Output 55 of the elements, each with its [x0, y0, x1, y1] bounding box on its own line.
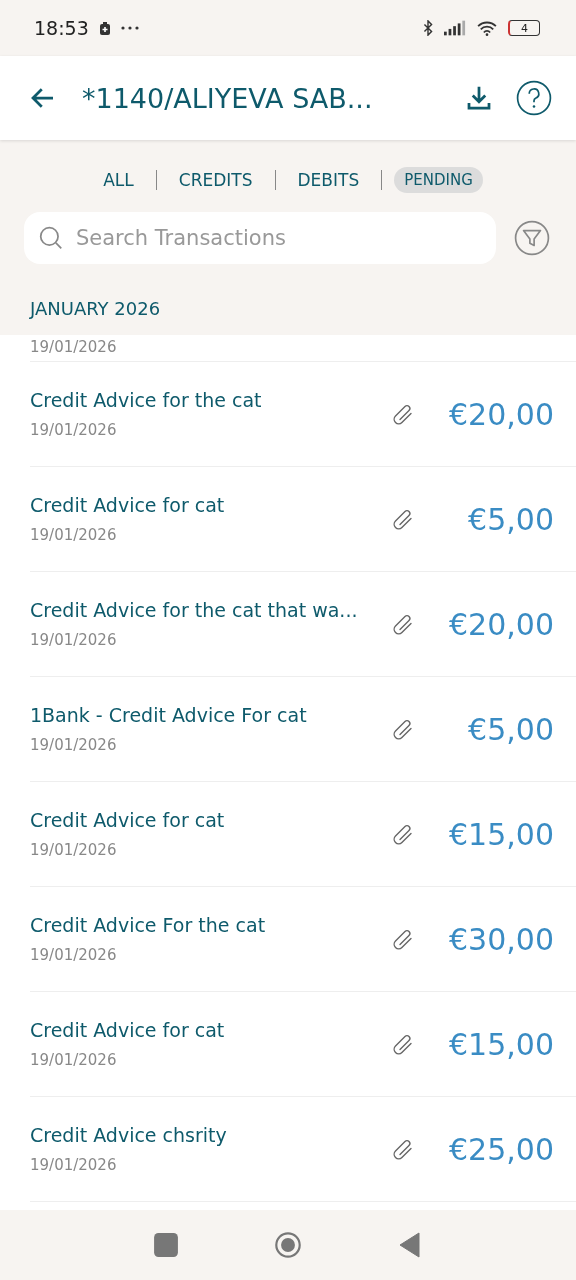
search-field[interactable]: Search Transactions [24, 212, 496, 264]
transaction-title: Credit Advice For the cat [30, 914, 267, 936]
transaction-row[interactable]: Credit Advice chsrity 19/01/2026 €25,00 [30, 1097, 576, 1202]
wifi-icon [476, 20, 498, 36]
transaction-amount: €20,00 [448, 396, 554, 432]
filter-tab[interactable]: PENDING [394, 167, 483, 193]
transaction-title: Credit Advice for the cat that wa... [30, 599, 359, 621]
transaction-row[interactable]: Credit Advice For the cat 19/01/2026 €30,00 [30, 887, 576, 992]
transaction-title: Credit Advice for cat [30, 1019, 226, 1041]
transaction-date: 19/01/2026 [30, 1156, 118, 1174]
section-heading: JANUARY 2026 [28, 297, 162, 321]
transaction-amount: €20,00 [448, 606, 554, 642]
transaction-date: 19/01/2026 [30, 526, 118, 544]
transaction-title: 1Bank - Credit Advice For cat [30, 704, 308, 726]
filter-tab[interactable]: CREDITS [168, 166, 263, 194]
transaction-date: 19/01/2026 [30, 421, 118, 439]
transaction-date: 19/01/2026 [30, 1051, 118, 1069]
transaction-row[interactable]: Credit Advice for cat 19/01/2026 €15,00 [30, 782, 576, 887]
more-icon [120, 26, 139, 30]
transaction-amount: €5,00 [467, 501, 554, 537]
transaction-row[interactable]: Credit Advice for cat 19/01/2026 €5,00 [30, 467, 576, 572]
transaction-date: 19/01/2026 [30, 736, 118, 754]
transaction-date: 19/01/2026 [30, 337, 117, 357]
transaction-title: Credit Advice for cat [30, 494, 226, 516]
transaction-amount: €30,00 [448, 921, 554, 957]
filter-tab[interactable]: DEBITS [287, 166, 370, 194]
home-button[interactable] [275, 1232, 301, 1258]
filter-tab[interactable]: ALL [93, 166, 144, 194]
transaction-row[interactable]: Credit Advice for the cat that wa... 19/01/2026 €20,00 [30, 572, 576, 677]
transaction-amount: €15,00 [448, 816, 554, 852]
circle-icon [275, 1232, 301, 1258]
back-nav-button[interactable] [397, 1232, 423, 1258]
transaction-row[interactable]: 1Bank - Credit Advice For cat 19/01/2026 €5,00 [30, 677, 576, 782]
help-icon [516, 80, 552, 116]
recents-button[interactable] [153, 1232, 179, 1258]
transaction-date: 19/01/2026 [30, 946, 118, 964]
transaction-row[interactable]: Credit Advice for cat 19/01/2026 €15,00 [30, 992, 576, 1097]
bluetooth-icon [422, 20, 434, 36]
signal-icon [444, 20, 466, 36]
filter-icon [514, 220, 550, 256]
square-icon [153, 1232, 179, 1258]
page-title: *1140/ALIYEVA SAB... [82, 82, 374, 114]
transaction-date: 19/01/2026 [30, 841, 118, 859]
transaction-amount: €15,00 [448, 1026, 554, 1062]
clock-time: 18:53 [34, 17, 89, 39]
transaction-amount: €5,00 [467, 711, 554, 747]
transaction-date: 19/01/2026 [30, 631, 118, 649]
transaction-amount: €25,00 [448, 1131, 554, 1167]
transaction-title: Credit Advice chsrity [30, 1124, 228, 1146]
medical-bag-icon [98, 20, 111, 36]
battery-level: 4 [521, 22, 528, 34]
transaction-title: Credit Advice for the cat [30, 389, 263, 411]
transaction-row[interactable]: Credit Advice for the cat 19/01/2026 €20,00 [30, 362, 576, 467]
transaction-title: Credit Advice for cat [30, 809, 226, 831]
triangle-icon [397, 1232, 423, 1258]
